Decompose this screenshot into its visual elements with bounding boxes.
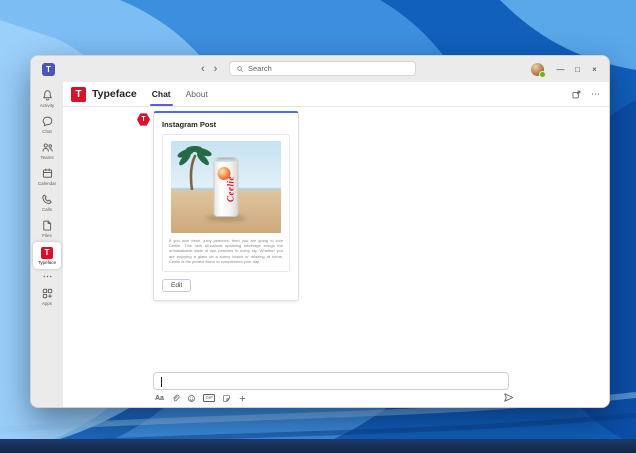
- send-button[interactable]: [503, 392, 514, 403]
- message-input[interactable]: [153, 372, 509, 390]
- sidebar-item-activity[interactable]: Activity: [32, 85, 62, 111]
- chat-bubble-icon: [41, 115, 54, 128]
- teams-window: T ‹ › Search — □ ×: [30, 55, 610, 408]
- edit-button[interactable]: Edit: [162, 279, 191, 292]
- history-nav: ‹ ›: [201, 56, 217, 82]
- calendar-icon: [41, 167, 54, 180]
- apps-grid-icon: [41, 287, 54, 300]
- sidebar-item-teams[interactable]: Teams: [32, 137, 62, 163]
- more-options-button[interactable]: ⋯: [591, 90, 600, 99]
- close-button[interactable]: ×: [586, 56, 603, 82]
- nav-back-button[interactable]: ‹: [201, 64, 205, 75]
- page-title: Typeface: [92, 88, 137, 100]
- sidebar-item-label: Apps: [42, 301, 52, 306]
- sidebar-item-label: Calls: [42, 207, 52, 212]
- minimize-button[interactable]: —: [552, 56, 569, 82]
- chat-canvas: T Instagram Post: [63, 107, 609, 407]
- text-caret: [161, 377, 162, 387]
- desktop: T ‹ › Search — □ ×: [0, 0, 636, 453]
- sidebar-item-label: Calendar: [38, 181, 56, 186]
- sidebar-item-chat[interactable]: Chat: [32, 111, 62, 137]
- typeface-logo-icon: T: [41, 247, 53, 259]
- bell-icon: [41, 89, 54, 102]
- palm-tree-icon: [172, 144, 214, 190]
- post-image: Ceelie: [171, 141, 281, 233]
- user-avatar[interactable]: [531, 63, 544, 76]
- format-button[interactable]: Aa: [155, 395, 164, 402]
- popout-icon[interactable]: [571, 89, 582, 100]
- phone-icon: [41, 193, 54, 206]
- people-icon: [41, 141, 54, 154]
- typeface-logo-icon: T: [71, 87, 86, 102]
- brand-name: Ceelie: [226, 165, 236, 213]
- main-panel: T Typeface Chat About ⋯ T Instagr: [63, 82, 609, 407]
- taskbar[interactable]: [0, 439, 636, 453]
- search-input[interactable]: Search: [229, 61, 416, 76]
- soda-can: Ceelie: [214, 157, 239, 217]
- nav-forward-button[interactable]: ›: [214, 64, 218, 75]
- emoji-icon[interactable]: [187, 394, 196, 403]
- search-icon: [236, 65, 244, 73]
- titlebar[interactable]: T ‹ › Search — □ ×: [31, 56, 609, 82]
- sidebar-item-calls[interactable]: Calls: [32, 189, 62, 215]
- search-placeholder: Search: [248, 64, 272, 73]
- sidebar-item-label: Teams: [40, 155, 53, 160]
- app-header: T Typeface Chat About ⋯: [63, 82, 609, 107]
- sidebar-item-more[interactable]: [32, 270, 62, 283]
- gif-button[interactable]: GIF: [203, 394, 216, 402]
- tab-chat[interactable]: Chat: [152, 82, 171, 106]
- teams-logo-icon: T: [42, 63, 55, 76]
- header-actions: ⋯: [571, 82, 600, 106]
- instagram-preview: Ceelie If you love fresh, juicy peaches,…: [162, 134, 290, 272]
- add-app-icon[interactable]: [238, 394, 247, 403]
- card-title: Instagram Post: [162, 120, 290, 129]
- typeface-bot-avatar: T: [137, 113, 150, 126]
- file-icon: [41, 219, 54, 232]
- sidebar-item-typeface[interactable]: T Typeface: [33, 242, 61, 269]
- maximize-button[interactable]: □: [569, 56, 586, 82]
- message-card: Instagram Post: [153, 111, 299, 301]
- compose-toolbar: Aa GIF: [155, 392, 247, 404]
- post-caption: If you love fresh, juicy peaches, then y…: [169, 238, 283, 264]
- sidebar-item-label: Typeface: [38, 260, 56, 265]
- tab-about[interactable]: About: [186, 82, 208, 106]
- ellipsis-icon: [41, 270, 54, 283]
- sidebar-item-label: Activity: [40, 103, 54, 108]
- app-rail: Activity Chat Teams: [31, 82, 63, 407]
- sticker-icon[interactable]: [222, 394, 231, 403]
- window-body: Activity Chat Teams: [31, 82, 609, 407]
- sidebar-item-apps[interactable]: Apps: [32, 283, 62, 309]
- titlebar-controls: — □ ×: [531, 56, 603, 82]
- sidebar-item-label: Files: [42, 233, 52, 238]
- sidebar-item-calendar[interactable]: Calendar: [32, 163, 62, 189]
- sidebar-item-files[interactable]: Files: [32, 215, 62, 241]
- sidebar-item-label: Chat: [42, 129, 52, 134]
- attach-icon[interactable]: [171, 394, 180, 403]
